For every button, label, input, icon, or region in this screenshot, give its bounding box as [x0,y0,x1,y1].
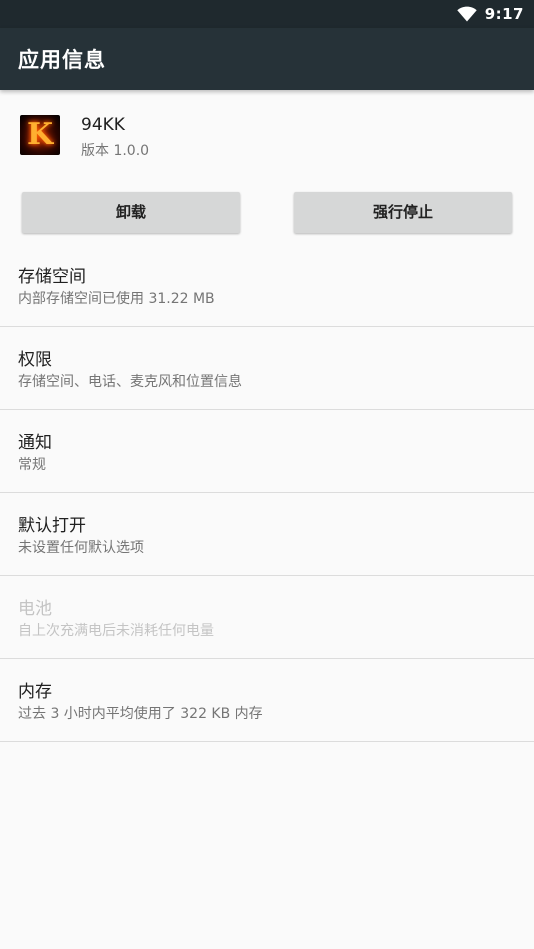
list-item-subtitle: 常规 [18,457,46,473]
status-clock: 9:17 [484,5,524,23]
status-icons: 9:17 [456,4,524,24]
app-name: 94KK [81,115,125,135]
list-item-subtitle: 存储空间、电话、麦克风和位置信息 [18,374,242,390]
list-item-notifications[interactable]: 通知 常规 [0,410,534,493]
list-item-title: 电池 [18,599,52,619]
uninstall-button[interactable]: 卸载 [22,192,240,233]
list-item-storage[interactable]: 存储空间 内部存储空间已使用 31.22 MB [0,244,534,327]
list-item-title: 权限 [18,350,52,370]
list-item-title: 默认打开 [18,516,86,536]
list-item-subtitle: 过去 3 小时内平均使用了 322 KB 内存 [18,706,263,722]
action-buttons: 卸载 强行停止 [0,180,534,244]
page-title: 应用信息 [18,48,106,72]
list-item-title: 存储空间 [18,267,86,287]
app-icon-letter: K [26,117,54,152]
list-item-battery: 电池 自上次充满电后未消耗任何电量 [0,576,534,659]
list-item-title: 通知 [18,433,52,453]
list-item-subtitle: 自上次充满电后未消耗任何电量 [18,623,214,639]
status-bar: 9:17 [0,0,534,28]
wifi-icon [456,6,477,22]
list-item-subtitle: 未设置任何默认选项 [18,540,144,556]
app-icon: K [20,115,60,155]
app-version: 版本 1.0.0 [81,143,150,159]
app-info-content: K 94KK 版本 1.0.0 卸载 强行停止 存储空间 内部存储空间已使用 3… [0,90,534,742]
list-item-memory[interactable]: 内存 过去 3 小时内平均使用了 322 KB 内存 [0,659,534,742]
force-stop-button[interactable]: 强行停止 [294,192,512,233]
list-item-title: 内存 [18,682,52,702]
app-header: K 94KK 版本 1.0.0 [0,90,534,180]
list-item-permissions[interactable]: 权限 存储空间、电话、麦克风和位置信息 [0,327,534,410]
list-item-subtitle: 内部存储空间已使用 31.22 MB [18,291,215,307]
list-item-open-by-default[interactable]: 默认打开 未设置任何默认选项 [0,493,534,576]
app-bar: 应用信息 [0,28,534,90]
